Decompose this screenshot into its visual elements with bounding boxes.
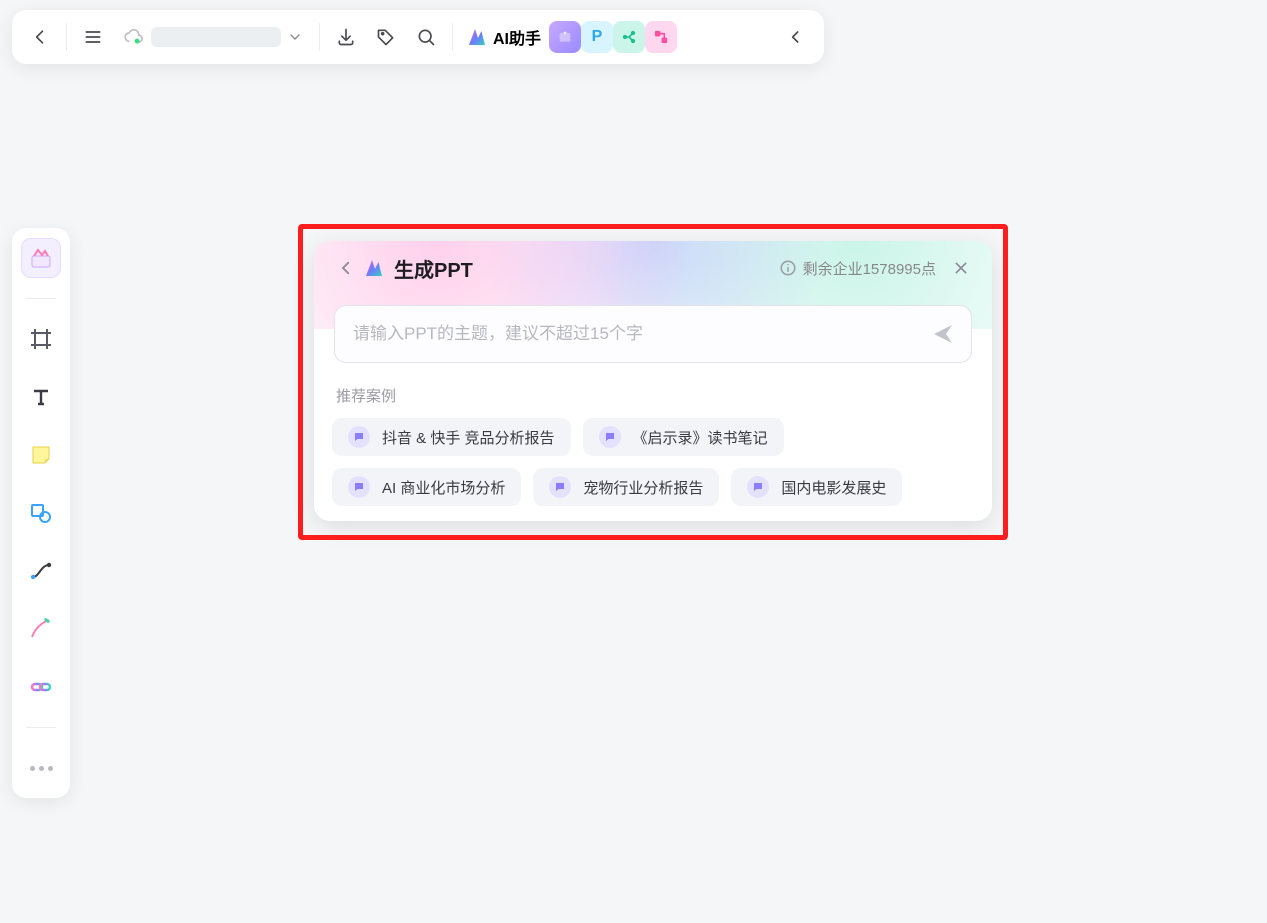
recommend-pill[interactable]: 《启示录》读书笔记 [583, 418, 784, 456]
tool-link[interactable] [21, 667, 61, 707]
document-title-dropdown[interactable] [113, 19, 313, 55]
close-icon [953, 260, 969, 276]
mindmap-icon [621, 29, 637, 45]
text-icon [29, 385, 53, 409]
quota-info[interactable]: 剩余企业1578995点 [779, 258, 936, 279]
search-icon [416, 27, 436, 47]
chat-bubble-icon [747, 476, 769, 498]
menu-button[interactable] [73, 17, 113, 57]
quota-text: 剩余企业1578995点 [803, 258, 936, 279]
tool-frame[interactable] [21, 319, 61, 359]
app-chip-p[interactable]: P [581, 21, 613, 53]
recommend-pill[interactable]: 抖音 & 快手 竞品分析报告 [332, 418, 571, 456]
send-icon [931, 322, 955, 346]
chevron-left-icon [337, 259, 355, 277]
more-icon [30, 766, 53, 771]
document-title-redacted [151, 27, 281, 47]
tag-button[interactable] [366, 17, 406, 57]
info-icon [779, 259, 797, 277]
tool-dock [12, 228, 70, 798]
tag-icon [376, 27, 396, 47]
ai-assistant-label: AI助手 [493, 25, 541, 49]
tool-shapes[interactable] [21, 493, 61, 533]
panel-title: 生成PPT [394, 254, 473, 283]
chevron-left-icon [30, 27, 50, 47]
chat-bubble-icon [348, 426, 370, 448]
search-button[interactable] [406, 17, 446, 57]
sticky-note-icon [29, 443, 53, 467]
ppt-topic-input[interactable] [334, 305, 972, 363]
chat-bubble-icon [348, 476, 370, 498]
frame-icon [29, 327, 53, 351]
app-chip-p-label: P [592, 28, 603, 46]
recommend-row: 抖音 & 快手 竞品分析报告 《启示录》读书笔记 AI 商业化市场分析 宠物行业分析报… [332, 418, 974, 506]
link-gradient-icon [29, 675, 53, 699]
connector-icon [29, 559, 53, 583]
recommend-label: 推荐案例 [336, 385, 970, 406]
tool-pen[interactable] [21, 609, 61, 649]
panel-close-button[interactable] [950, 257, 972, 279]
menu-icon [83, 27, 103, 47]
ai-logo-icon [364, 258, 384, 278]
panel-header: 生成PPT 剩余企业1578995点 [314, 241, 992, 295]
tool-more[interactable] [21, 748, 61, 788]
chat-bubble-icon [599, 426, 621, 448]
shapes-icon [29, 501, 53, 525]
templates-icon [29, 246, 53, 270]
separator [319, 23, 320, 51]
app-chip-mindmap[interactable] [613, 21, 645, 53]
recommend-pill[interactable]: 国内电影发展史 [731, 468, 902, 506]
recommend-pill-label: 宠物行业分析报告 [583, 477, 703, 498]
download-button[interactable] [326, 17, 366, 57]
download-icon [336, 27, 356, 47]
ai-assistant-button[interactable]: AI助手 [459, 19, 549, 55]
app-chip-flow[interactable] [645, 21, 677, 53]
image-sparkle-icon [557, 29, 573, 45]
generate-ppt-panel: 生成PPT 剩余企业1578995点 推荐案例 抖音 & 快手 竞品分析报告 《启… [314, 241, 992, 521]
tool-sticky-note[interactable] [21, 435, 61, 475]
recommend-pill-label: 《启示录》读书笔记 [633, 427, 768, 448]
tool-connector[interactable] [21, 551, 61, 591]
ai-logo-icon [467, 27, 487, 47]
pen-icon [29, 617, 53, 641]
separator [66, 23, 67, 51]
recommend-pill-label: 抖音 & 快手 竞品分析报告 [382, 427, 555, 448]
recommend-pill-label: 国内电影发展史 [781, 477, 886, 498]
back-button[interactable] [20, 17, 60, 57]
chevron-down-icon [287, 29, 303, 45]
send-button[interactable] [928, 319, 958, 349]
tool-templates[interactable] [21, 238, 61, 278]
chat-bubble-icon [549, 476, 571, 498]
dock-separator [26, 727, 56, 728]
app-chip-image[interactable] [549, 21, 581, 53]
prompt-input-wrap [334, 305, 972, 363]
separator [452, 23, 453, 51]
chevron-left-icon [786, 27, 806, 47]
tool-text[interactable] [21, 377, 61, 417]
top-toolbar: AI助手 P [12, 10, 824, 64]
recommend-pill-label: AI 商业化市场分析 [382, 477, 505, 498]
panel-back-button[interactable] [334, 256, 358, 280]
cloud-sync-icon [123, 27, 143, 47]
recommend-pill[interactable]: 宠物行业分析报告 [533, 468, 719, 506]
collapse-right-button[interactable] [776, 17, 816, 57]
flow-icon [653, 29, 669, 45]
dock-separator [26, 298, 56, 299]
recommend-pill[interactable]: AI 商业化市场分析 [332, 468, 521, 506]
